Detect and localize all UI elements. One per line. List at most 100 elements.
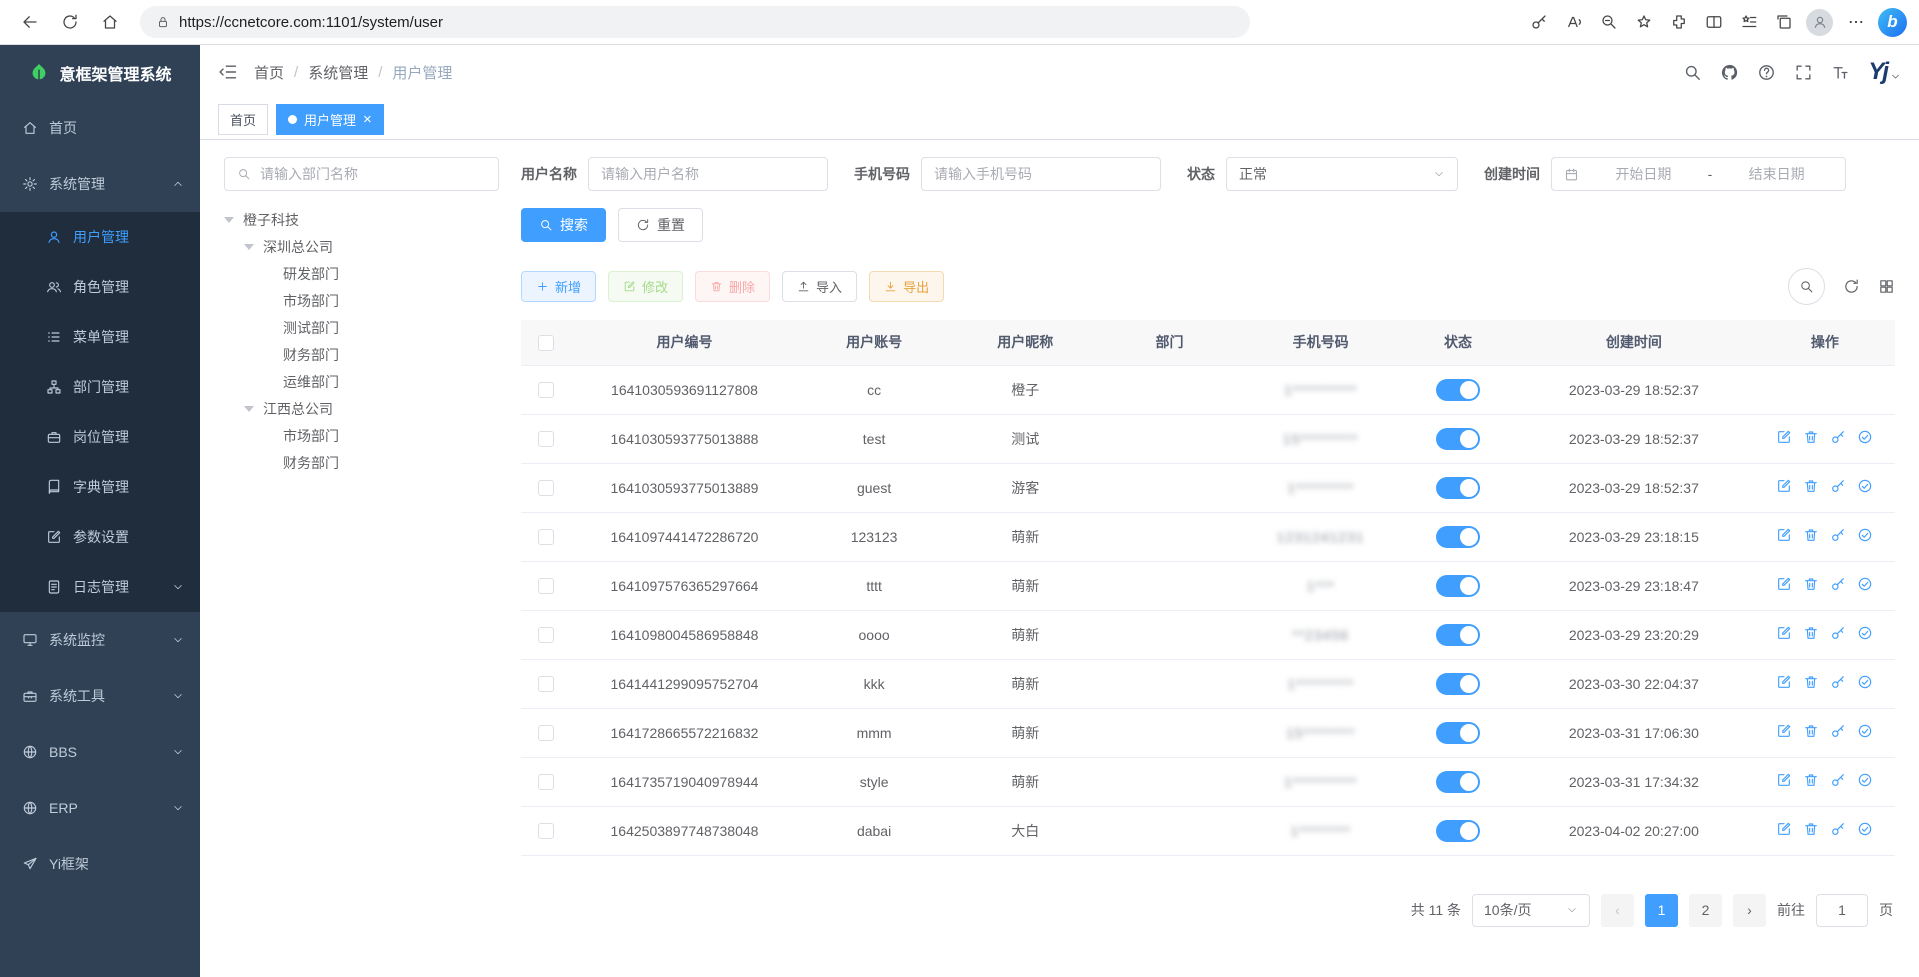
- sidebar-item-user-management[interactable]: 用户管理: [0, 212, 200, 262]
- op-edit-icon[interactable]: [1776, 478, 1792, 494]
- browser-home-icon[interactable]: [92, 5, 128, 39]
- op-delete-icon[interactable]: [1803, 576, 1819, 592]
- breadcrumb-home[interactable]: 首页: [254, 62, 284, 83]
- row-checkbox[interactable]: [538, 382, 554, 398]
- close-tab-icon[interactable]: ×: [363, 112, 372, 127]
- op-edit-icon[interactable]: [1776, 723, 1792, 739]
- op-edit-icon[interactable]: [1776, 429, 1792, 445]
- sidebar-item-dict-management[interactable]: 字典管理: [0, 462, 200, 512]
- prev-page-button[interactable]: ‹: [1601, 894, 1634, 927]
- sidebar-item-post-management[interactable]: 岗位管理: [0, 412, 200, 462]
- tree-node[interactable]: 深圳总公司: [224, 233, 499, 260]
- sidebar-item-system-tools[interactable]: 系统工具: [0, 668, 200, 724]
- sidebar-item-home[interactable]: 首页: [0, 100, 200, 156]
- op-assign-role-icon[interactable]: [1857, 527, 1873, 543]
- github-icon[interactable]: [1720, 63, 1739, 82]
- status-toggle[interactable]: [1436, 575, 1480, 597]
- op-assign-role-icon[interactable]: [1857, 625, 1873, 641]
- expand-caret-icon[interactable]: [244, 244, 254, 250]
- date-range-picker[interactable]: 开始日期 - 结束日期: [1551, 157, 1846, 191]
- op-reset-password-icon[interactable]: [1830, 527, 1846, 543]
- op-edit-icon[interactable]: [1776, 527, 1792, 543]
- tree-node[interactable]: 市场部门: [224, 287, 499, 314]
- op-reset-password-icon[interactable]: [1830, 772, 1846, 788]
- sidebar-item-menu-management[interactable]: 菜单管理: [0, 312, 200, 362]
- row-checkbox[interactable]: [538, 529, 554, 545]
- op-assign-role-icon[interactable]: [1857, 772, 1873, 788]
- sidebar-item-log-management[interactable]: 日志管理: [0, 562, 200, 612]
- sidebar-item-erp[interactable]: ERP: [0, 780, 200, 836]
- tree-node[interactable]: 财务部门: [224, 449, 499, 476]
- page-2-button[interactable]: 2: [1689, 894, 1722, 927]
- favorites-star-icon[interactable]: [1627, 5, 1660, 39]
- select-all-checkbox[interactable]: [538, 335, 554, 351]
- tree-node[interactable]: 研发部门: [224, 260, 499, 287]
- tab-user-management[interactable]: 用户管理 ×: [276, 104, 384, 135]
- read-aloud-icon[interactable]: [1557, 5, 1590, 39]
- tab-home[interactable]: 首页: [218, 104, 268, 135]
- op-delete-icon[interactable]: [1803, 674, 1819, 690]
- browser-profile-avatar[interactable]: [1806, 9, 1833, 36]
- search-button[interactable]: 搜索: [521, 208, 606, 242]
- row-checkbox[interactable]: [538, 431, 554, 447]
- op-delete-icon[interactable]: [1803, 723, 1819, 739]
- column-settings-icon[interactable]: [1878, 278, 1895, 295]
- row-checkbox[interactable]: [538, 676, 554, 692]
- add-button[interactable]: 新增: [521, 271, 596, 302]
- more-menu-icon[interactable]: [1839, 5, 1872, 39]
- status-toggle[interactable]: [1436, 820, 1480, 842]
- password-key-icon[interactable]: [1522, 5, 1555, 39]
- op-reset-password-icon[interactable]: [1830, 625, 1846, 641]
- op-edit-icon[interactable]: [1776, 625, 1792, 641]
- tree-node[interactable]: 市场部门: [224, 422, 499, 449]
- sidebar-item-bbs[interactable]: BBS: [0, 724, 200, 780]
- zoom-out-icon[interactable]: [1592, 5, 1625, 39]
- import-button[interactable]: 导入: [782, 271, 857, 302]
- row-checkbox[interactable]: [538, 480, 554, 496]
- row-checkbox[interactable]: [538, 725, 554, 741]
- op-delete-icon[interactable]: [1803, 527, 1819, 543]
- page-size-select[interactable]: 10条/页: [1472, 894, 1590, 927]
- breadcrumb-system-management[interactable]: 系统管理: [308, 62, 368, 83]
- sidebar-item-system-management[interactable]: 系统管理: [0, 156, 200, 212]
- status-toggle[interactable]: [1436, 379, 1480, 401]
- export-button[interactable]: 导出: [869, 271, 944, 302]
- dept-search-input[interactable]: [260, 166, 486, 182]
- address-bar[interactable]: https://ccnetcore.com:1101/system/user: [140, 6, 1250, 38]
- dept-search-box[interactable]: [224, 157, 499, 191]
- row-checkbox[interactable]: [538, 774, 554, 790]
- expand-caret-icon[interactable]: [244, 406, 254, 412]
- font-size-icon[interactable]: [1831, 63, 1850, 82]
- edit-button[interactable]: 修改: [608, 271, 683, 302]
- row-checkbox[interactable]: [538, 578, 554, 594]
- sidebar-item-role-management[interactable]: 角色管理: [0, 262, 200, 312]
- tree-node[interactable]: 橙子科技: [224, 206, 499, 233]
- collections-icon[interactable]: [1767, 5, 1800, 39]
- reload-icon[interactable]: [52, 5, 88, 39]
- next-page-button[interactable]: ›: [1733, 894, 1766, 927]
- status-toggle[interactable]: [1436, 526, 1480, 548]
- fullscreen-icon[interactable]: [1794, 63, 1813, 82]
- back-icon[interactable]: [12, 5, 48, 39]
- op-reset-password-icon[interactable]: [1830, 478, 1846, 494]
- user-avatar[interactable]: Yj: [1868, 60, 1901, 84]
- sidebar-item-parameter-settings[interactable]: 参数设置: [0, 512, 200, 562]
- url-text[interactable]: https://ccnetcore.com:1101/system/user: [179, 14, 443, 31]
- toggle-search-button[interactable]: [1788, 268, 1825, 305]
- op-reset-password-icon[interactable]: [1830, 674, 1846, 690]
- op-assign-role-icon[interactable]: [1857, 429, 1873, 445]
- op-delete-icon[interactable]: [1803, 625, 1819, 641]
- row-checkbox[interactable]: [538, 627, 554, 643]
- status-toggle[interactable]: [1436, 428, 1480, 450]
- op-edit-icon[interactable]: [1776, 674, 1792, 690]
- status-toggle[interactable]: [1436, 771, 1480, 793]
- page-1-button[interactable]: 1: [1645, 894, 1678, 927]
- delete-button[interactable]: 删除: [695, 271, 770, 302]
- op-edit-icon[interactable]: [1776, 576, 1792, 592]
- expand-caret-icon[interactable]: [224, 217, 234, 223]
- op-assign-role-icon[interactable]: [1857, 723, 1873, 739]
- op-reset-password-icon[interactable]: [1830, 821, 1846, 837]
- op-reset-password-icon[interactable]: [1830, 723, 1846, 739]
- row-checkbox[interactable]: [538, 823, 554, 839]
- op-reset-password-icon[interactable]: [1830, 576, 1846, 592]
